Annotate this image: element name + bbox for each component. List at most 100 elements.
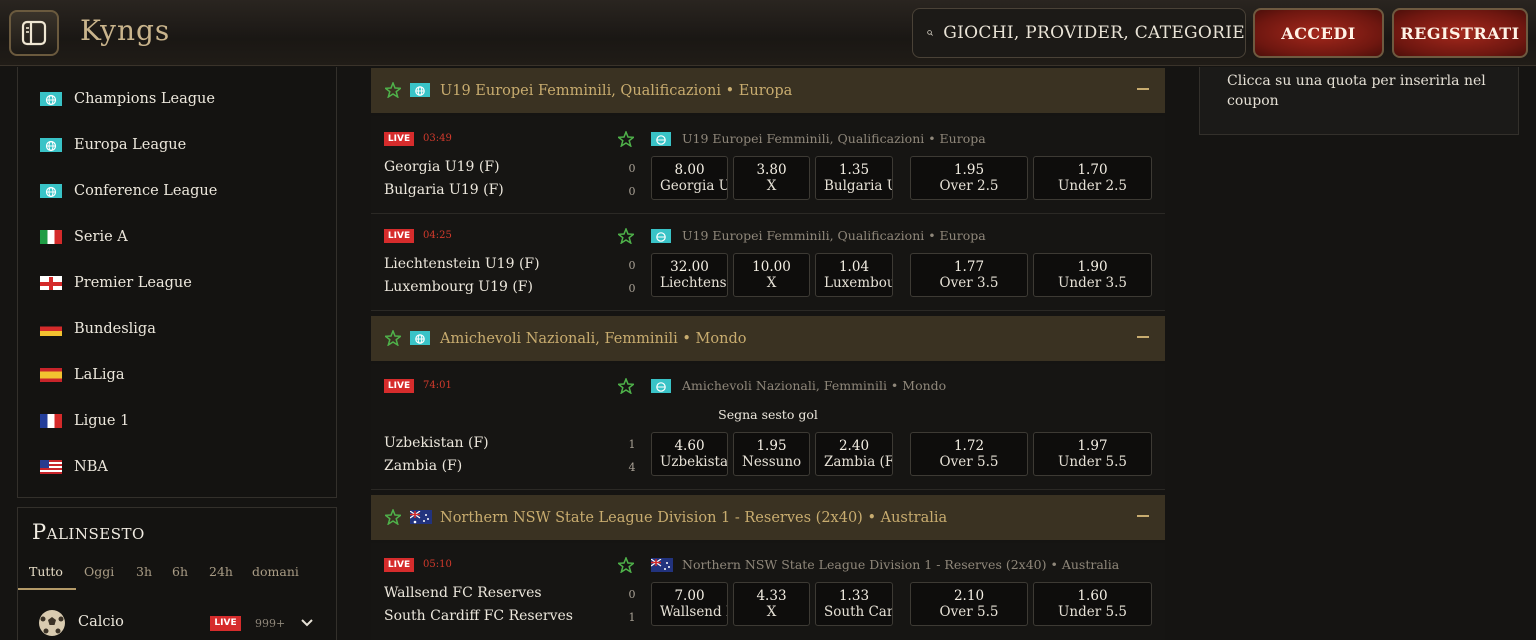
tab-6h[interactable]: 6h — [172, 564, 188, 579]
away-team[interactable]: South Cardiff FC Reserves — [384, 608, 573, 624]
league-label: Serie A — [74, 229, 128, 245]
tab-3h[interactable]: 3h — [136, 564, 152, 579]
favorite-star-icon[interactable] — [385, 82, 401, 98]
league-item-europa-league[interactable]: Europa League — [40, 133, 186, 157]
away-team[interactable]: Zambia (F) — [384, 458, 462, 474]
league-item-laliga[interactable]: LaLiga — [40, 363, 124, 387]
italy-flag-icon — [40, 230, 62, 244]
menu-toggle-button[interactable] — [9, 10, 59, 56]
chevron-down-icon[interactable] — [300, 617, 314, 629]
match-time: 05:10 — [423, 559, 452, 570]
league-item-conference-league[interactable]: Conference League — [40, 179, 217, 203]
favorite-star-icon[interactable] — [618, 557, 634, 573]
home-score: 0 — [628, 259, 636, 272]
league-item-premier-league[interactable]: Premier League — [40, 271, 192, 295]
match-time: 04:25 — [423, 230, 452, 241]
event-row: LIVE 03:49 U19 Europei Femminili, Qualif… — [371, 116, 1165, 214]
globe-flag-icon — [410, 83, 430, 97]
tab-24h[interactable]: 24h — [209, 564, 233, 579]
favorite-star-icon[interactable] — [385, 509, 401, 525]
group-header[interactable]: U19 Europei Femminili, Qualificazioni • … — [371, 68, 1165, 113]
palinsesto-panel: Palinsesto Tutto Oggi 3h 6h 24h domani C… — [17, 507, 337, 640]
match-time: 03:49 — [423, 133, 452, 144]
odd-button[interactable]: 1.33South Cardiff FC Reserves — [815, 582, 893, 626]
league-item-ligue-1[interactable]: Ligue 1 — [40, 409, 129, 433]
league-item-champions-league[interactable]: Champions League — [40, 87, 215, 111]
germany-flag-icon — [40, 322, 62, 336]
odd-button[interactable]: 1.72 Over 5.5 — [910, 432, 1028, 476]
login-button[interactable]: ACCEDI — [1253, 8, 1384, 58]
odd-button[interactable]: 1.97 Under 5.5 — [1033, 432, 1152, 476]
home-team[interactable]: Wallsend FC Reserves — [384, 585, 542, 601]
globe-flag-icon — [651, 132, 671, 146]
away-team[interactable]: Bulgaria U19 (F) — [384, 182, 504, 198]
odd-button[interactable]: 7.00Wallsend FC Reserves — [651, 582, 728, 626]
globe-flag-icon — [410, 331, 430, 345]
league-label: Champions League — [74, 91, 215, 107]
palinsesto-title: Palinsesto — [32, 520, 145, 544]
odd-button[interactable]: 1.95 Over 2.5 — [910, 156, 1028, 200]
event-row: LIVE 04:25 U19 Europei Femminili, Qualif… — [371, 214, 1165, 311]
favorite-star-icon[interactable] — [618, 131, 634, 147]
home-team[interactable]: Georgia U19 (F) — [384, 159, 500, 175]
globe-flag-icon — [40, 138, 62, 152]
league-item-serie-a[interactable]: Serie A — [40, 225, 128, 249]
odd-button[interactable]: 1.95 Nessuno — [733, 432, 810, 476]
collapse-icon[interactable] — [1137, 88, 1149, 90]
favorite-star-icon[interactable] — [618, 378, 634, 394]
odd-button[interactable]: 3.80 X — [733, 156, 810, 200]
odd-button[interactable]: 32.00Liechtenstein U19 (F) — [651, 253, 728, 297]
league-item-nba[interactable]: NBA — [40, 455, 108, 479]
search-icon — [927, 30, 933, 36]
collapse-icon[interactable] — [1137, 336, 1149, 338]
coupon-hint: Clicca su una quota per inserirla nel co… — [1227, 73, 1486, 109]
league-item-bundesliga[interactable]: Bundesliga — [40, 317, 156, 341]
odd-button[interactable]: 10.00 X — [733, 253, 810, 297]
australia-flag-icon — [409, 510, 432, 524]
site-logo[interactable]: Kyngs — [80, 14, 170, 47]
group-header[interactable]: Northern NSW State League Division 1 - R… — [371, 495, 1165, 540]
league-label: Conference League — [74, 183, 218, 199]
group-title: U19 Europei Femminili, Qualificazioni • … — [440, 82, 793, 99]
odd-button[interactable]: 1.35Bulgaria U19 (F) — [815, 156, 893, 200]
event-league: U19 Europei Femminili, Qualificazioni • … — [682, 131, 986, 146]
collapse-icon[interactable] — [1137, 515, 1149, 517]
odd-button[interactable]: 2.10 Over 5.5 — [910, 582, 1028, 626]
away-score: 0 — [628, 185, 636, 198]
globe-flag-icon — [40, 92, 62, 106]
odd-button[interactable]: 8.00Georgia U19 (F) — [651, 156, 728, 200]
live-badge: LIVE — [384, 379, 414, 393]
group-header[interactable]: Amichevoli Nazionali, Femminili • Mondo — [371, 316, 1165, 361]
match-time: 74:01 — [423, 380, 452, 391]
away-team[interactable]: Luxembourg U19 (F) — [384, 279, 533, 295]
favorite-star-icon[interactable] — [618, 228, 634, 244]
home-team[interactable]: Uzbekistan (F) — [384, 435, 489, 451]
odd-button[interactable]: 4.33 X — [733, 582, 810, 626]
odd-button[interactable]: 1.70 Under 2.5 — [1033, 156, 1152, 200]
odd-button[interactable]: 2.40 Zambia (F) — [815, 432, 893, 476]
odd-button[interactable]: 1.77 Over 3.5 — [910, 253, 1028, 297]
odd-button[interactable]: 1.90 Under 3.5 — [1033, 253, 1152, 297]
tab-oggi[interactable]: Oggi — [84, 564, 114, 579]
home-team[interactable]: Liechtenstein U19 (F) — [384, 256, 540, 272]
league-label: LaLiga — [74, 367, 125, 383]
away-score: 1 — [628, 611, 636, 624]
event-league: Northern NSW State League Division 1 - R… — [682, 557, 1120, 572]
group-title: Northern NSW State League Division 1 - R… — [440, 509, 948, 526]
favorite-star-icon[interactable] — [385, 330, 401, 346]
league-label: NBA — [74, 459, 108, 475]
sport-item-calcio[interactable]: Calcio LIVE 999+ — [38, 608, 328, 638]
odd-button[interactable]: 4.60Uzbekistan (F) — [651, 432, 728, 476]
france-flag-icon — [40, 414, 62, 428]
search-bar[interactable]: GIOCHI, PROVIDER, CATEGORIE — [912, 8, 1246, 58]
globe-flag-icon — [651, 229, 671, 243]
league-label: Premier League — [74, 275, 192, 291]
tab-tutto[interactable]: Tutto — [29, 564, 63, 579]
odd-button[interactable]: 1.04Luxembourg U19 (F) — [815, 253, 893, 297]
tab-domani[interactable]: domani — [252, 564, 299, 579]
away-score: 4 — [628, 461, 636, 474]
australia-flag-icon — [650, 558, 673, 572]
football-icon — [39, 610, 65, 636]
register-button[interactable]: REGISTRATI — [1392, 8, 1528, 58]
odd-button[interactable]: 1.60 Under 5.5 — [1033, 582, 1152, 626]
